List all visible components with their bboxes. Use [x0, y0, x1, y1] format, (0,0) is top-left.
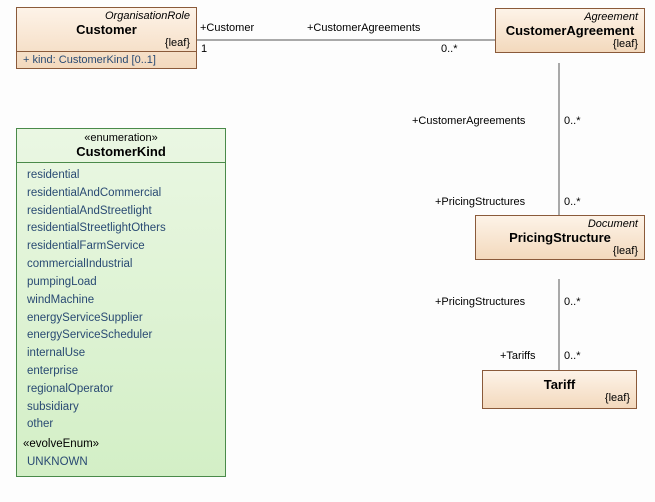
enum-literal: residentialFarmService [27, 238, 215, 256]
label-customer-agreements-mult-v: 0..* [564, 115, 581, 127]
enum-section-label: «evolveEnum» [23, 436, 215, 454]
enum-literal: enterprise [27, 363, 215, 381]
enum-literal: residentialAndStreetlight [27, 203, 215, 221]
customer-kind-stereotype: «enumeration» [23, 132, 219, 144]
class-customer-agreement: Agreement CustomerAgreement {leaf} [495, 8, 645, 53]
customer-kind-name: CustomerKind [23, 144, 219, 159]
enum-literal: UNKNOWN [27, 454, 215, 472]
class-pricing-structure-header: Document PricingStructure {leaf} [476, 216, 644, 259]
tariff-name: Tariff [489, 377, 630, 392]
label-pricing-structures-mult-bot: 0..* [564, 296, 581, 308]
label-pricing-structures-mult-top: 0..* [564, 196, 581, 208]
customer-stereotype: OrganisationRole [23, 10, 190, 22]
enum-literal: residentialStreetlightOthers [27, 220, 215, 238]
customer-kind-literals: residentialresidentialAndCommercialresid… [17, 163, 225, 476]
label-customer-agreements-role-v: +CustomerAgreements [412, 115, 525, 127]
class-customer-agreement-header: Agreement CustomerAgreement {leaf} [496, 9, 644, 52]
pricing-structure-constraint: {leaf} [482, 245, 638, 257]
class-tariff-header: Tariff {leaf} [483, 371, 636, 408]
class-tariff: Tariff {leaf} [482, 370, 637, 409]
enum-literal: subsidiary [27, 399, 215, 417]
class-pricing-structure: Document PricingStructure {leaf} [475, 215, 645, 260]
customer-agreement-constraint: {leaf} [502, 38, 638, 50]
tariff-constraint: {leaf} [489, 392, 630, 404]
enum-literal: regionalOperator [27, 381, 215, 399]
customer-attribute: + kind: CustomerKind [0..1] [17, 52, 196, 68]
enum-literal: windMachine [27, 292, 215, 310]
enum-literal: internalUse [27, 345, 215, 363]
enum-customer-kind-header: «enumeration» CustomerKind [17, 129, 225, 163]
pricing-structure-stereotype: Document [482, 218, 638, 230]
enum-literal: other [27, 416, 215, 434]
customer-agreement-stereotype: Agreement [502, 11, 638, 23]
enum-literal: pumpingLoad [27, 274, 215, 292]
enum-customer-kind: «enumeration» CustomerKind residentialre… [16, 128, 226, 477]
label-pricing-structures-role-bot: +PricingStructures [435, 296, 525, 308]
enum-literal: residentialAndCommercial [27, 185, 215, 203]
label-tariffs-role: +Tariffs [500, 350, 536, 362]
customer-agreement-name: CustomerAgreement [502, 23, 638, 38]
label-pricing-structures-role-top: +PricingStructures [435, 196, 525, 208]
pricing-structure-name: PricingStructure [482, 230, 638, 245]
label-tariffs-mult: 0..* [564, 350, 581, 362]
label-customer-agreements-mult-h: 0..* [441, 43, 458, 55]
enum-literal: residential [27, 167, 215, 185]
customer-constraint: {leaf} [23, 37, 190, 49]
enum-literal: commercialIndustrial [27, 256, 215, 274]
customer-name: Customer [23, 22, 190, 37]
label-customer-mult: 1 [201, 43, 207, 55]
label-customer-role: +Customer [200, 22, 254, 34]
label-customer-agreements-role-h: +CustomerAgreements [307, 22, 420, 34]
class-customer-header: OrganisationRole Customer {leaf} [17, 8, 196, 52]
class-customer: OrganisationRole Customer {leaf} + kind:… [16, 7, 197, 69]
enum-literal: energyServiceSupplier [27, 310, 215, 328]
enum-literal: energyServiceScheduler [27, 327, 215, 345]
